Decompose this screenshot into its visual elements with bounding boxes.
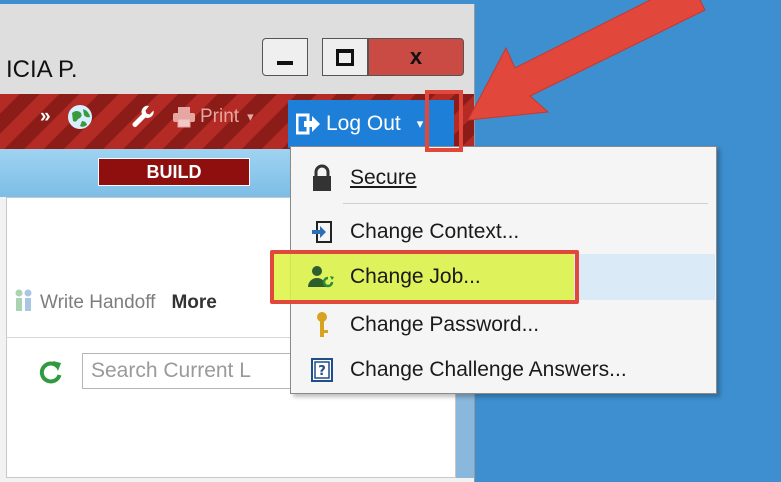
annotation-arrow <box>467 0 706 121</box>
